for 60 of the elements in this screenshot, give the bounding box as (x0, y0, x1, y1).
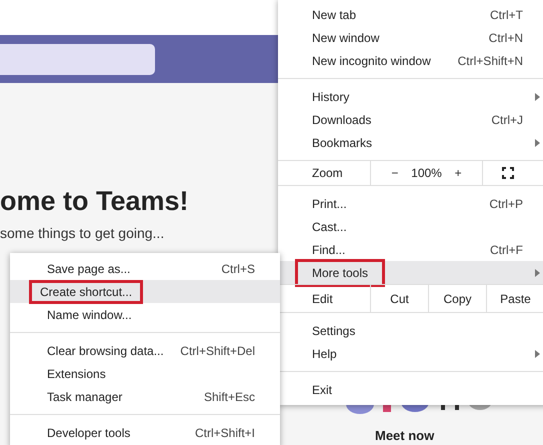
shortcut-text: Ctrl+Shift+Del (180, 344, 255, 358)
menu-item[interactable]: New incognito window Ctrl+Shift+N (278, 49, 543, 72)
menu-item-label: Find... (312, 242, 346, 256)
edit-label: Edit (312, 292, 334, 306)
menu-item[interactable]: Help (278, 342, 543, 365)
menu-item[interactable]: Name window... (10, 303, 280, 326)
menu-item-label: Task manager (47, 390, 124, 404)
search-field[interactable] (0, 44, 155, 74)
menu-item-label: Bookmarks (312, 136, 374, 150)
menu-item[interactable]: New tab Ctrl+T (278, 3, 543, 26)
meet-now-label: Meet now (375, 428, 434, 443)
menu-item-label: Clear browsing data... (47, 344, 165, 358)
menu-item-label: Developer tools (47, 426, 132, 440)
menu-item[interactable]: Extensions (10, 362, 280, 385)
menu-item[interactable]: Settings (278, 319, 543, 342)
menu-item[interactable]: Print... Ctrl+P (278, 192, 543, 215)
menu-item[interactable]: Save page as... Ctrl+S (10, 257, 280, 280)
shortcut-text: Ctrl+Shift+I (194, 426, 255, 440)
shortcut-text: Ctrl+F (490, 242, 523, 256)
zoom-level: 100% (411, 166, 442, 180)
menu-item-label: Name window... (47, 308, 133, 322)
shortcut-text: Shift+Esc (204, 390, 255, 404)
shortcut-text: Ctrl+Shift+N (458, 54, 523, 68)
menu-item-label: Cast... (312, 220, 348, 234)
shortcut-text: Ctrl+J (491, 112, 523, 126)
welcome-heading: ome to Teams! (0, 186, 189, 217)
menu-item-label: Exit (312, 382, 334, 396)
menu-item-label: Create shortcut... (32, 282, 140, 300)
welcome-subtitle: some things to get going... (0, 225, 164, 241)
menu-item[interactable]: Find... Ctrl+F (278, 238, 543, 261)
menu-item[interactable]: Bookmarks (278, 131, 543, 154)
zoom-label: Zoom (312, 166, 344, 180)
shortcut-text: Ctrl+P (489, 196, 523, 210)
fullscreen-icon[interactable] (502, 167, 514, 179)
menu-item[interactable]: More tools (278, 261, 543, 284)
menu-item-label: Downloads (312, 112, 372, 126)
menu-item-label: History (312, 90, 350, 104)
shortcut-text: Ctrl+N (488, 30, 523, 44)
shortcut-text: Ctrl+T (490, 8, 523, 22)
menu-item[interactable]: Downloads Ctrl+J (278, 108, 543, 131)
menu-item-label: New window (312, 30, 380, 44)
menu-item-label: Settings (312, 324, 356, 338)
menu-item-label: Extensions (47, 366, 107, 380)
menu-item-label: Help (312, 346, 338, 360)
menu-item[interactable]: Task manager Shift+Esc (10, 385, 280, 408)
menu-item[interactable]: New window Ctrl+N (278, 26, 543, 49)
menu-item-label: More tools (298, 262, 382, 284)
zoom-out-button[interactable]: − (387, 166, 402, 180)
zoom-in-button[interactable]: + (450, 166, 466, 180)
menu-item[interactable]: Create shortcut... (10, 280, 280, 303)
menu-item[interactable]: Exit (278, 378, 543, 401)
menu-item-label: Save page as... (47, 262, 132, 276)
menu-item[interactable]: History (278, 85, 543, 108)
menu-item-label: New tab (312, 8, 358, 22)
menu-item[interactable]: Cast... (278, 215, 543, 238)
shortcut-text: Ctrl+S (221, 262, 255, 276)
menu-item-label: Print... (312, 196, 348, 210)
menu-item[interactable]: Developer tools Ctrl+Shift+I (10, 421, 280, 444)
menu-item[interactable]: Clear browsing data... Ctrl+Shift+Del (10, 339, 280, 362)
menu-item-label: New incognito window (312, 54, 432, 68)
